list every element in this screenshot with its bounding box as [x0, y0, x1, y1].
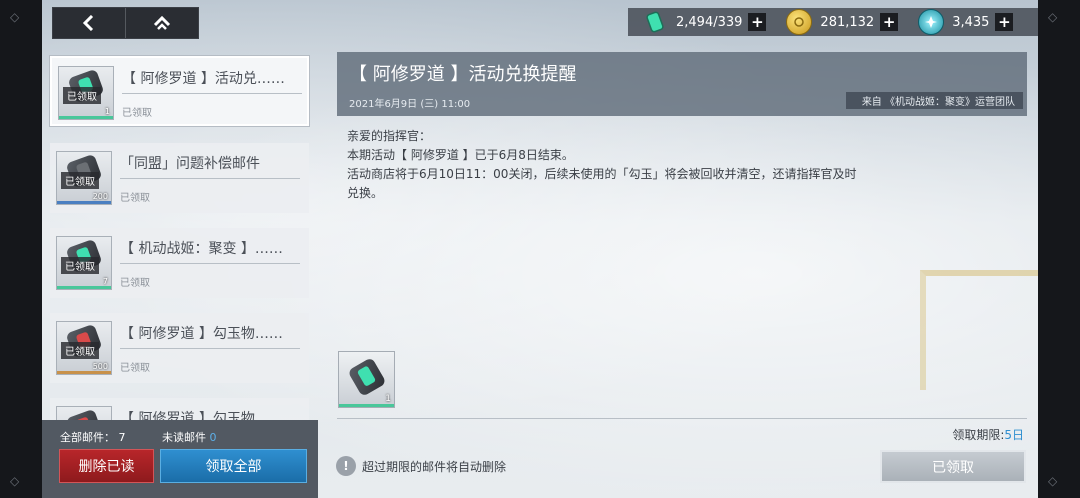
- resource-coin-value: 281,132: [820, 14, 875, 30]
- resource-coin: 281,132 +: [786, 8, 899, 36]
- mail-thumbnail: 已领取 7: [56, 236, 112, 290]
- mail-list-footer: 全部邮件： 7 未读邮件 0 删除已读 领取全部: [42, 420, 318, 498]
- corner-mark-icon: ◇: [10, 474, 20, 488]
- mail-title: 「同盟」问题补偿邮件: [120, 156, 260, 172]
- body-line: 本期活动【 阿修罗道 】已于6月8日结束。: [347, 148, 574, 162]
- left-bezel: ◇ ◇: [0, 0, 42, 498]
- claimed-badge: 已领取: [61, 257, 99, 274]
- item-canister-icon: [347, 357, 387, 397]
- resource-crystal-value: 2,494/339: [676, 14, 743, 30]
- background-railing: [920, 270, 1040, 390]
- add-coin-button[interactable]: +: [880, 13, 899, 31]
- corner-mark-icon: ◇: [10, 10, 20, 24]
- mail-title: 【 机动战姬：聚变 】……: [120, 241, 283, 257]
- mail-detail-header: 【 阿修罗道 】活动兑换提醒 2021年6月9日 (三) 11:00 来自 《机…: [337, 52, 1027, 116]
- item-count: 200: [92, 192, 108, 201]
- mail-thumbnail: 已领取 200: [56, 151, 112, 205]
- deadline-value: 5日: [1004, 428, 1024, 442]
- body-line: 活动商店将于6月10日11：00关闭，后续未使用的「勾玉」将会被回收并清空，还请…: [347, 167, 857, 181]
- item-canister-icon: [65, 408, 103, 420]
- unread-mail-count: 未读邮件 0: [162, 429, 217, 445]
- claimed-badge: 已领取: [61, 172, 99, 189]
- mail-list: 已领取 1 【 阿修罗道 】活动兑…… 已领取 已领取 200 「同盟」问题补偿…: [42, 48, 318, 420]
- mail-item[interactable]: 已领取 7 【 机动战姬：聚变 】…… 已领取: [50, 228, 309, 298]
- mail-item[interactable]: 【 阿修罗道 】勾玉物……: [50, 398, 309, 420]
- mail-thumbnail: 已领取 1: [58, 66, 114, 120]
- resource-crystal: 2,494/339 +: [642, 8, 767, 36]
- crystal-icon: [642, 9, 668, 35]
- divider: [122, 93, 302, 94]
- energy-icon: [918, 9, 945, 35]
- mail-item[interactable]: 已领取 200 「同盟」问题补偿邮件 已领取: [50, 143, 309, 213]
- back-arrow-icon: [82, 15, 94, 31]
- top-nav: [52, 7, 199, 39]
- mail-status: 已领取: [120, 193, 150, 204]
- mail-title: 【 阿修罗道 】活动兑……: [122, 71, 285, 87]
- rarity-bar: [57, 201, 111, 204]
- body-line: 兑换。: [347, 186, 384, 200]
- right-bezel: ◇ ◇: [1038, 0, 1080, 498]
- mail-detail-title: 【 阿修罗道 】活动兑换提醒: [349, 64, 577, 85]
- add-energy-button[interactable]: +: [995, 13, 1014, 31]
- back-button[interactable]: [53, 8, 125, 38]
- rarity-bar: [57, 286, 111, 289]
- mail-detail-date: 2021年6月9日 (三) 11:00: [349, 99, 471, 110]
- claimed-button: 已领取: [880, 450, 1026, 483]
- home-chevron-icon: [153, 16, 171, 30]
- total-mail-value: 7: [118, 431, 126, 444]
- unread-mail-label: 未读邮件: [162, 431, 206, 444]
- total-mail-label: 全部邮件：: [60, 431, 115, 444]
- mail-status: 已领取: [120, 363, 150, 374]
- rarity-bar: [57, 371, 111, 374]
- info-icon: !: [336, 456, 356, 476]
- divider: [120, 348, 300, 349]
- add-crystal-button[interactable]: +: [748, 13, 767, 31]
- resource-energy-value: 3,435: [952, 14, 990, 30]
- coin-icon: [786, 9, 813, 35]
- resource-bar: 2,494/339 + 281,132 + 3,435 +: [628, 8, 1038, 36]
- corner-mark-icon: ◇: [1048, 10, 1058, 24]
- item-count: 7: [102, 277, 108, 286]
- mail-item[interactable]: 已领取 1 【 阿修罗道 】活动兑…… 已领取: [50, 56, 309, 126]
- mail-title: 【 阿修罗道 】勾玉物……: [120, 411, 283, 420]
- rarity-bar: [339, 404, 394, 407]
- divider: [120, 263, 300, 264]
- attachment-item[interactable]: 1: [338, 351, 395, 408]
- resource-energy: 3,435 +: [918, 8, 1014, 36]
- corner-mark-icon: ◇: [1048, 474, 1058, 488]
- expiry-notice: ! 超过期限的邮件将自动删除: [336, 456, 506, 476]
- divider: [120, 178, 300, 179]
- rarity-bar: [59, 116, 113, 119]
- claim-deadline: 领取期限:5日: [952, 426, 1024, 443]
- home-button[interactable]: [125, 8, 198, 38]
- total-mail-count: 全部邮件： 7: [60, 429, 126, 445]
- mail-item[interactable]: 已领取 500 【 阿修罗道 】勾玉物…… 已领取: [50, 313, 309, 383]
- attachment-count: 1: [385, 394, 391, 404]
- expiry-notice-text: 超过期限的邮件将自动删除: [362, 459, 507, 474]
- item-count: 500: [92, 362, 108, 371]
- claimed-badge: 已领取: [63, 87, 101, 104]
- unread-mail-value: 0: [209, 431, 217, 444]
- item-count: 1: [104, 107, 110, 116]
- mail-detail-body: 亲爱的指挥官： 本期活动【 阿修罗道 】已于6月8日结束。 活动商店将于6月10…: [347, 127, 907, 203]
- mail-sender: 来自 《机动战姬：聚变》运营团队: [845, 92, 1023, 109]
- mail-title: 【 阿修罗道 】勾玉物……: [120, 326, 283, 342]
- mail-thumbnail: [56, 406, 112, 420]
- claimed-badge: 已领取: [61, 342, 99, 359]
- delete-read-button[interactable]: 删除已读: [59, 449, 154, 483]
- attachment-divider: [337, 418, 1027, 419]
- mail-thumbnail: 已领取 500: [56, 321, 112, 375]
- deadline-label: 领取期限:: [952, 428, 1005, 442]
- body-line: 亲爱的指挥官：: [347, 129, 432, 143]
- claim-all-button[interactable]: 领取全部: [160, 449, 307, 483]
- mail-status: 已领取: [122, 108, 152, 119]
- mail-status: 已领取: [120, 278, 150, 289]
